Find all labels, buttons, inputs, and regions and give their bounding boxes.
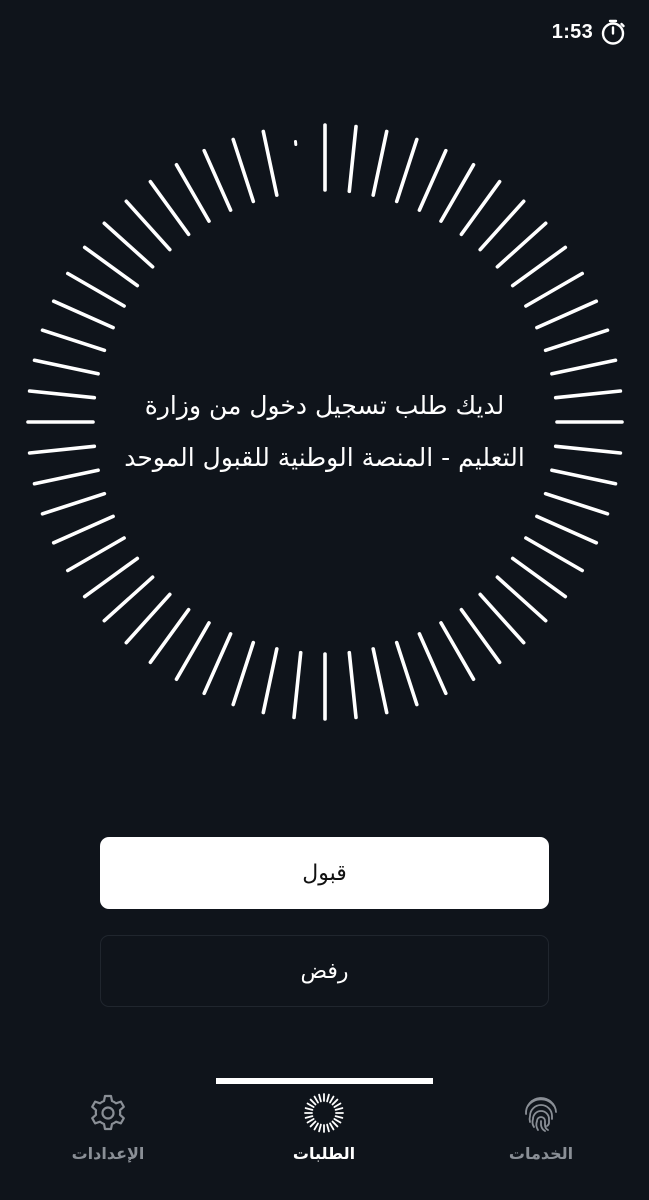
ring-tick	[124, 592, 172, 645]
ring-tick	[550, 468, 618, 486]
ring-tick	[535, 514, 599, 545]
spinner-tick	[329, 1122, 335, 1131]
spinner-tick	[309, 1098, 317, 1106]
ring-tick	[51, 299, 115, 330]
ring-tick	[40, 328, 107, 353]
ring-tick	[231, 137, 256, 204]
ring-tick	[82, 245, 140, 288]
ring-tick	[66, 536, 126, 573]
ring-tick	[478, 592, 526, 645]
ring-tick	[371, 129, 389, 197]
ring-tick	[27, 444, 97, 455]
tab-requests[interactable]: الطلبات	[216, 1086, 432, 1186]
reject-button[interactable]: رفض	[100, 935, 549, 1007]
ring-tick	[510, 245, 568, 288]
ring-tick	[510, 556, 568, 599]
spinner-tick	[331, 1098, 339, 1106]
ring-tick	[439, 163, 476, 223]
ring-tick	[439, 621, 476, 682]
spinner-tick	[333, 1118, 342, 1124]
spinner-tick	[309, 1120, 317, 1128]
tab-requests-label: الطلبات	[292, 1144, 356, 1163]
ring-tick	[535, 299, 599, 330]
ring-tick	[202, 632, 233, 696]
spinner-tick	[306, 1102, 315, 1108]
gear-icon	[91, 1094, 125, 1131]
ring-tick	[231, 640, 256, 707]
ring-tick	[495, 575, 548, 623]
ring-tick	[478, 199, 526, 252]
accept-button[interactable]: قبول	[100, 837, 549, 909]
ring-tick	[148, 607, 191, 665]
tab-services-label: الخدمات	[508, 1144, 574, 1163]
ring-tick	[553, 389, 623, 400]
ring-tick	[102, 221, 155, 269]
ring-tick	[394, 640, 419, 707]
ring-tick	[102, 575, 155, 623]
ring-tick	[148, 179, 191, 237]
ring-tick	[66, 271, 126, 308]
spinner-tick	[331, 1120, 339, 1128]
spinner-tick	[306, 1118, 315, 1124]
ring-tick	[550, 358, 618, 376]
ring-tick	[459, 179, 502, 237]
spinner-tick	[329, 1095, 335, 1104]
tab-settings[interactable]: الإعدادات	[0, 1086, 216, 1186]
request-ring-area: لديك طلب تسجيل دخول من وزارة التعليم - ا…	[0, 0, 649, 850]
ring-tick	[32, 468, 100, 486]
ring-tick	[202, 148, 233, 212]
ring-tick	[417, 148, 448, 212]
ring-tick	[292, 650, 303, 720]
ring-tick	[543, 491, 610, 516]
spinner-tick	[326, 1093, 330, 1103]
ring-tick	[543, 328, 610, 353]
spinner-tick	[333, 1102, 342, 1108]
ring-tick	[347, 124, 358, 194]
spinner-tick	[318, 1093, 322, 1103]
ring-tick	[82, 556, 140, 599]
ring-tick	[459, 607, 502, 665]
tab-settings-label: الإعدادات	[71, 1144, 145, 1163]
spinner-tick	[304, 1107, 314, 1111]
ring-tick	[261, 129, 279, 197]
tab-services[interactable]: الخدمات	[433, 1086, 649, 1186]
ring-tick	[394, 137, 419, 204]
ring-tick	[174, 621, 211, 682]
spinner-icon	[304, 1093, 344, 1133]
ring-tick	[495, 221, 548, 269]
bottom-tab-bar: الإعدادات الطلبات الخدمات	[0, 1086, 649, 1200]
ring-tick	[553, 444, 623, 455]
login-request-message: لديك طلب تسجيل دخول من وزارة التعليم - ا…	[124, 391, 525, 472]
spinner-tick	[318, 1123, 322, 1133]
ring-tick	[417, 632, 448, 696]
ring-tick	[40, 491, 107, 516]
spinner-tick	[313, 1122, 319, 1131]
ring-tick	[347, 650, 358, 720]
fingerprint-icon	[525, 1097, 557, 1132]
ring-tick	[261, 647, 279, 715]
ring-tick	[124, 199, 172, 252]
spinner-tick	[326, 1123, 330, 1133]
ring-tick	[524, 536, 585, 573]
spinner-tick	[313, 1095, 319, 1104]
ring-tick	[27, 389, 97, 400]
ring-tick	[524, 271, 585, 308]
ring-tick	[32, 358, 100, 376]
ring-tick	[51, 514, 115, 545]
ring-tick	[174, 163, 211, 223]
ring-tick	[371, 647, 389, 715]
spinner-tick	[304, 1115, 314, 1119]
active-tab-indicator	[216, 1078, 433, 1084]
spinner-tick	[334, 1107, 344, 1111]
spinner-tick	[334, 1115, 344, 1119]
